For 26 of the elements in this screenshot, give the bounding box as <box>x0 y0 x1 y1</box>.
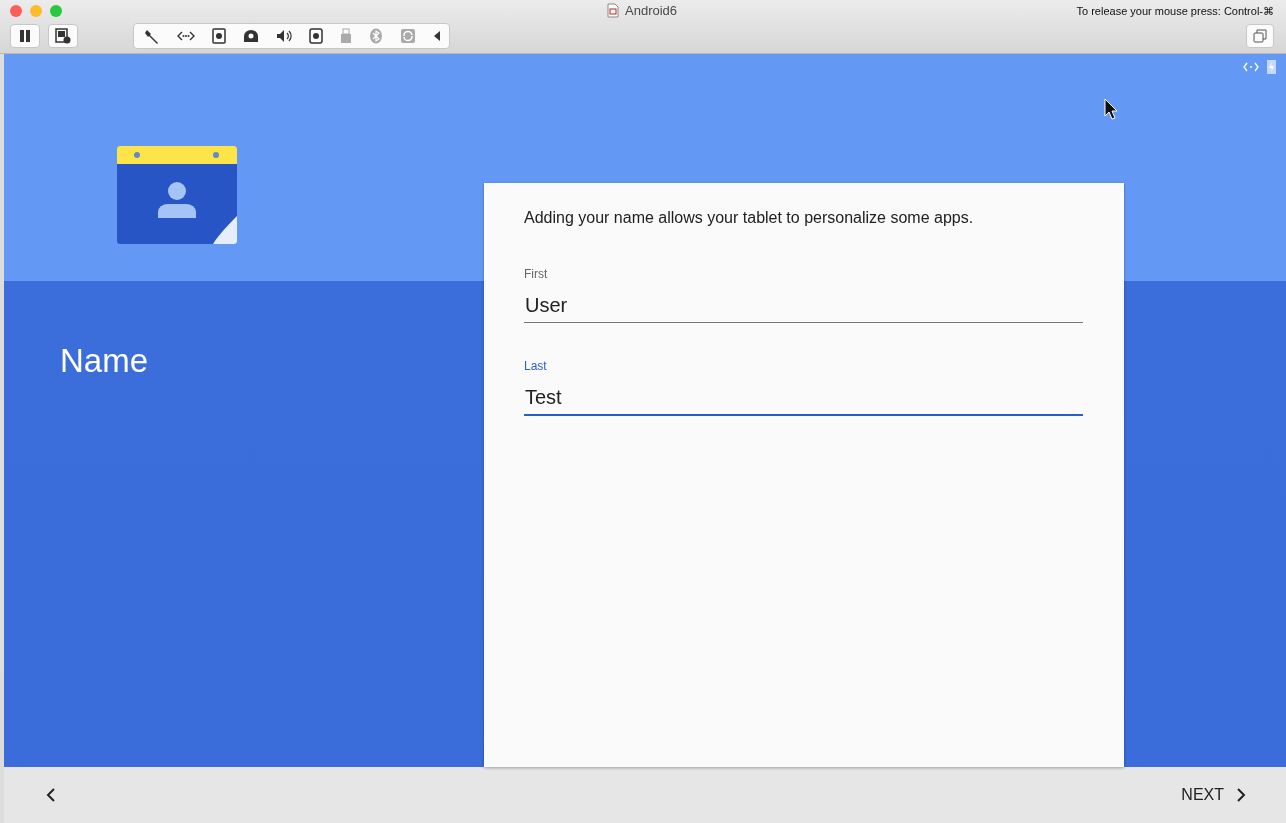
next-button[interactable]: NEXT <box>1177 782 1250 808</box>
windows-icon <box>1253 29 1267 43</box>
description-text: Adding your name allows your tablet to personalize some apps. <box>524 209 975 227</box>
collapse-arrow-icon[interactable] <box>433 30 441 42</box>
pause-icon <box>19 30 31 42</box>
release-hint: To release your mouse press: Control-⌘ <box>1076 4 1274 18</box>
pause-button[interactable] <box>10 24 40 48</box>
chevron-right-icon <box>1236 788 1246 802</box>
document-icon <box>607 3 619 18</box>
speaker-icon[interactable] <box>276 29 292 43</box>
close-icon[interactable] <box>10 5 22 17</box>
snapshot-icon <box>55 28 71 44</box>
field-label: Last <box>524 359 547 373</box>
battery-icon <box>1267 60 1276 74</box>
snapshot-button[interactable] <box>48 24 78 48</box>
text-field[interactable]: Test <box>524 386 1083 416</box>
text-field[interactable]: User <box>524 294 1083 323</box>
network-status-icon <box>1243 62 1259 72</box>
field-label: First <box>524 267 548 281</box>
chevron-left-icon <box>46 788 56 802</box>
optical-drive-icon[interactable] <box>243 29 259 43</box>
mouse-pointer-icon <box>1104 98 1118 120</box>
camera-icon[interactable] <box>309 28 323 44</box>
network-icon[interactable] <box>177 30 195 42</box>
window-title: Android6 <box>625 3 678 18</box>
page-heading: Name <box>60 342 150 380</box>
